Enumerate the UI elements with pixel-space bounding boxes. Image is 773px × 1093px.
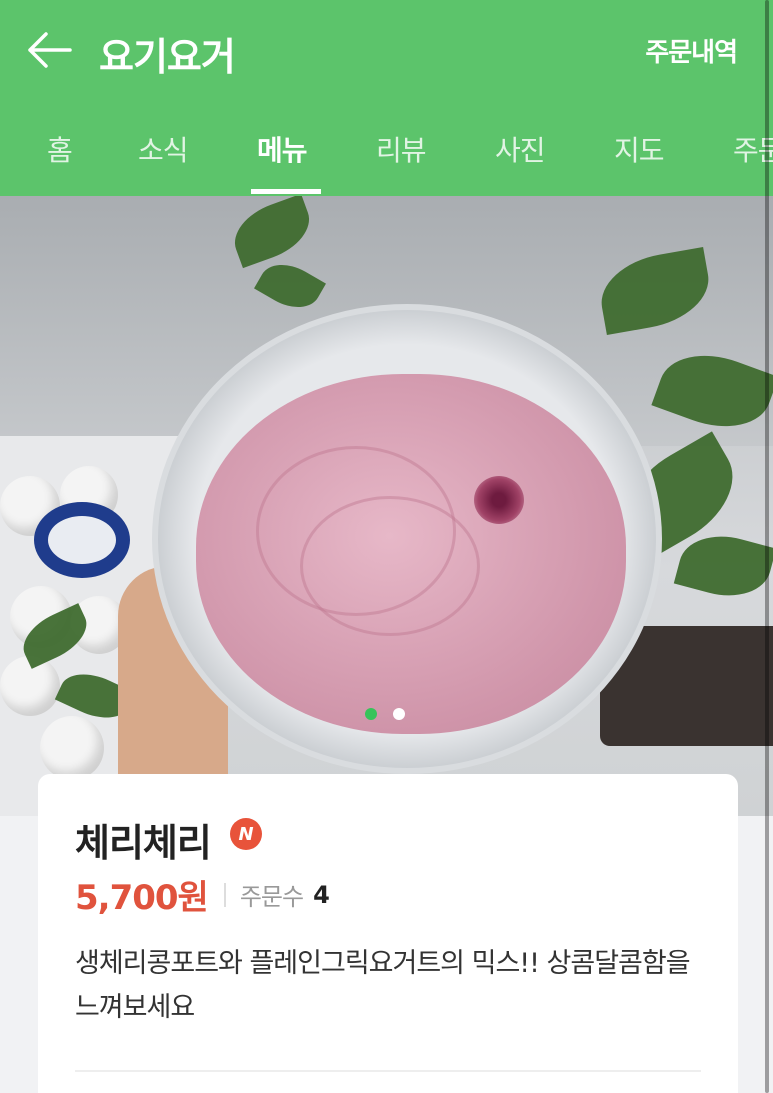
order-history-link[interactable]: 주문내역: [645, 32, 738, 69]
product-image-carousel[interactable]: [0, 196, 773, 816]
active-tab-indicator: [251, 189, 321, 194]
section-divider: [75, 1070, 701, 1072]
top-app-bar: 요기요거 주문내역: [0, 0, 773, 101]
yogurt-swirl: [300, 496, 480, 636]
cherry-compote: [474, 476, 524, 524]
decor-ball: [40, 716, 104, 780]
tab-menu[interactable]: 메뉴: [257, 129, 308, 169]
tab-home[interactable]: 홈: [47, 129, 73, 169]
product-price: 5,700원: [75, 878, 209, 918]
price-row: 5,700원 주문수 4: [75, 870, 330, 919]
carousel-dot-active[interactable]: [365, 708, 377, 720]
plant-leaf: [673, 525, 773, 607]
product-info-card: 체리체리 N 5,700원 주문수 4 생체리콩포트와 플레인그릭요거트의 믹스…: [38, 774, 738, 1093]
new-badge-icon: N: [230, 818, 262, 850]
product-name: 체리체리: [75, 821, 212, 865]
store-title: 요기요거: [99, 35, 236, 79]
tab-map[interactable]: 지도: [614, 129, 665, 169]
decor-blue-ring: [34, 502, 130, 578]
order-count-label: 주문수: [239, 883, 304, 911]
tab-reviews[interactable]: 리뷰: [376, 129, 427, 169]
tab-photos[interactable]: 사진: [495, 129, 546, 169]
product-description: 생체리콩포트와 플레인그릭요거트의 믹스!! 상콤달콤함을 느껴보세요: [75, 948, 691, 1023]
tab-bar: 홈 소식 메뉴 리뷰 사진 지도 주문: [0, 101, 773, 196]
tab-news[interactable]: 소식: [138, 129, 189, 169]
carousel-dot[interactable]: [393, 708, 405, 720]
back-arrow-icon[interactable]: [24, 28, 74, 72]
divider: [223, 882, 226, 907]
scrollbar[interactable]: [765, 0, 769, 1093]
order-count-value: 4: [313, 880, 330, 909]
carousel-indicator: [365, 708, 405, 720]
